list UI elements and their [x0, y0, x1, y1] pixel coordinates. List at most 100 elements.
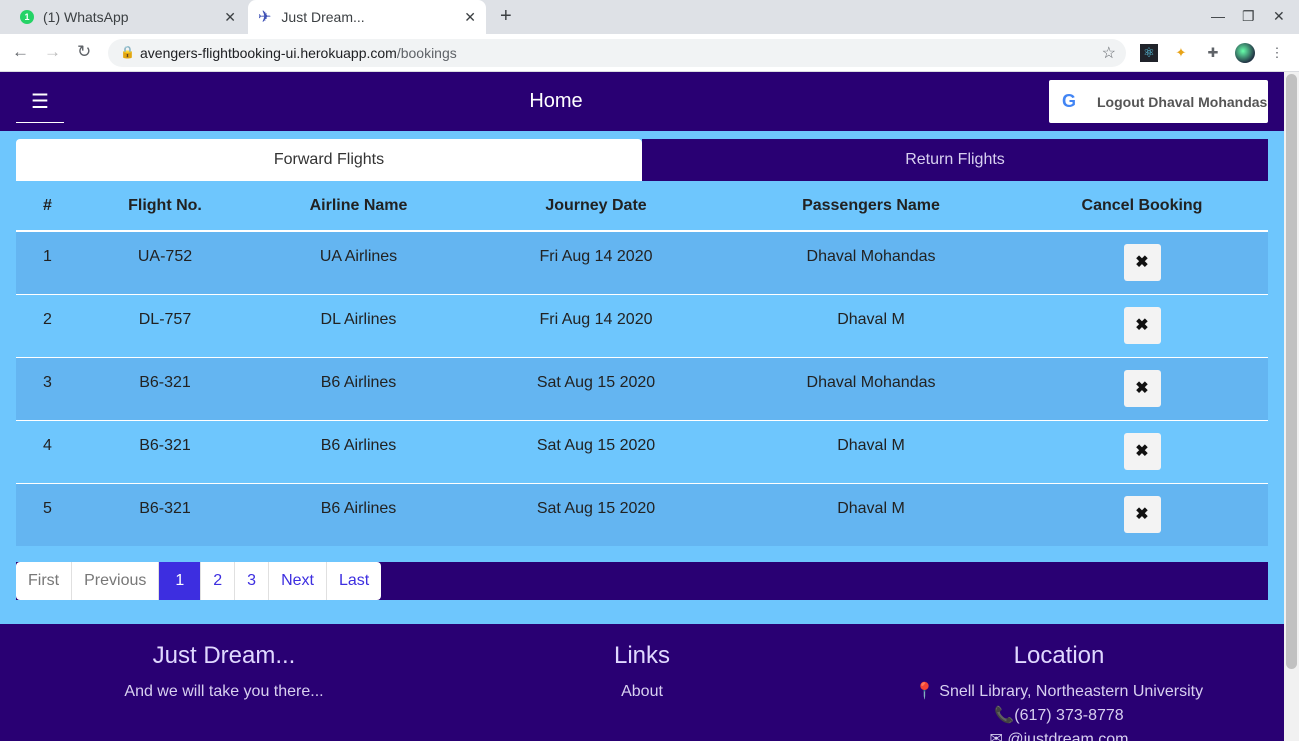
column-header: # — [16, 181, 79, 232]
cancel-booking-button[interactable]: ✖ — [1123, 432, 1161, 470]
footer-location-title: Location — [1013, 642, 1105, 669]
column-header: Flight No. — [79, 181, 251, 232]
puzzle-icon[interactable]: ✚ — [1204, 44, 1222, 62]
browser-tab-title: (1) WhatsApp — [43, 9, 129, 25]
cell-cancel: ✖ — [1016, 356, 1268, 420]
cell-flight-no: B6-321 — [79, 419, 251, 483]
cell-passenger: Dhaval M — [726, 419, 1016, 483]
minimize-icon[interactable]: — — [1211, 8, 1225, 24]
cell-cancel: ✖ — [1016, 419, 1268, 483]
close-icon[interactable]: ✕ — [464, 9, 476, 26]
table-row: 5 B6-321 B6 Airlines Sat Aug 15 2020 Dha… — [16, 482, 1268, 546]
browser-tab-title: Just Dream... — [281, 9, 365, 25]
cancel-booking-button[interactable]: ✖ — [1123, 244, 1161, 281]
bookmark-star-icon[interactable]: ☆ — [1102, 43, 1116, 63]
flight-tabs: Forward Flights Return Flights — [16, 139, 1268, 181]
column-header: Cancel Booking — [1016, 181, 1268, 232]
footer-links-title: Links — [613, 642, 671, 669]
page-next-button[interactable]: Next — [269, 562, 327, 600]
cell-airline: B6 Airlines — [251, 356, 466, 420]
cell-number: 3 — [16, 356, 79, 420]
footer-about-link[interactable]: About — [562, 680, 722, 704]
cell-cancel: ✖ — [1016, 482, 1268, 546]
cell-cancel: ✖ — [1016, 230, 1268, 294]
cell-flight-no: B6-321 — [79, 482, 251, 546]
browser-tab-whatsapp[interactable]: 1 (1) WhatsApp ✕ — [8, 0, 246, 34]
browser-toolbar: ← → ↻ 🔒 avengers-flightbooking-ui.heroku… — [0, 34, 1299, 72]
google-icon: G — [1061, 91, 1076, 111]
window-close-icon[interactable]: ✕ — [1273, 8, 1285, 25]
cancel-booking-button[interactable]: ✖ — [1123, 495, 1161, 533]
cell-journey-date: Fri Aug 14 2020 — [466, 230, 726, 294]
address-text: Snell Library, Northeastern University — [939, 683, 1204, 700]
extension-icon[interactable]: ✦ — [1172, 44, 1190, 62]
profile-avatar[interactable] — [1235, 43, 1255, 63]
cell-journey-date: Sat Aug 15 2020 — [466, 419, 726, 483]
table-row: 1 UA-752 UA Airlines Fri Aug 14 2020 Dha… — [16, 230, 1268, 294]
footer-links: Links About — [562, 642, 722, 704]
page-title: Home — [529, 90, 583, 112]
restore-icon[interactable]: ❐ — [1242, 8, 1255, 25]
cell-number: 1 — [16, 230, 79, 294]
page-1-button[interactable]: 1 — [159, 562, 202, 600]
scrollbar-thumb[interactable] — [1286, 74, 1297, 669]
cell-airline: UA Airlines — [251, 230, 466, 294]
cell-number: 4 — [16, 419, 79, 483]
app-header: ☰ Home G Logout Dhaval Mohandas — [0, 72, 1284, 131]
page-previous-button[interactable]: Previous — [72, 562, 160, 600]
cancel-booking-button[interactable]: ✖ — [1123, 369, 1161, 407]
footer-tagline: And we will take you there... — [124, 683, 324, 700]
url-path: /bookings — [396, 45, 457, 61]
tab-return-flights[interactable]: Return Flights — [642, 139, 1268, 181]
bookings-table: # Flight No. Airline Name Journey Date P… — [16, 181, 1268, 546]
react-devtools-icon[interactable]: ⚛ — [1140, 44, 1158, 62]
page-3-button[interactable]: 3 — [235, 562, 270, 600]
browser-tab-just-dream[interactable]: ✈ Just Dream... ✕ — [248, 0, 486, 34]
cell-flight-no: B6-321 — [79, 356, 251, 420]
map-marker-icon: 📍 — [914, 683, 935, 700]
cell-journey-date: Fri Aug 14 2020 — [466, 293, 726, 357]
site-footer: Just Dream... And we will take you there… — [0, 624, 1284, 741]
envelope-icon: ✉ — [989, 731, 1003, 741]
airplane-icon: ✈ — [258, 9, 272, 26]
table-row: 2 DL-757 DL Airlines Fri Aug 14 2020 Dha… — [16, 293, 1268, 357]
close-icon[interactable]: ✕ — [224, 9, 236, 26]
back-icon[interactable]: ← — [12, 42, 29, 62]
column-header: Passengers Name — [726, 181, 1016, 232]
page-content: ☰ Home G Logout Dhaval Mohandas Forward … — [0, 72, 1284, 741]
tab-forward-flights[interactable]: Forward Flights — [16, 139, 642, 181]
phone-icon: 📞 — [994, 707, 1015, 724]
email-text: @justdream.com — [1007, 731, 1129, 741]
address-bar[interactable]: 🔒 avengers-flightbooking-ui.herokuapp.co… — [108, 39, 1126, 67]
page-first-button[interactable]: First — [16, 562, 73, 600]
cell-passenger: Dhaval Mohandas — [726, 356, 1016, 420]
page-last-button[interactable]: Last — [327, 562, 381, 600]
url-host: avengers-flightbooking-ui.herokuapp.com — [140, 45, 397, 61]
whatsapp-icon: 1 — [20, 10, 34, 24]
footer-brand-title: Just Dream... — [152, 642, 296, 669]
footer-phone: 📞(617) 373-8778 — [900, 704, 1218, 728]
new-tab-button[interactable]: + — [500, 5, 512, 28]
cell-number: 2 — [16, 293, 79, 357]
footer-brand: Just Dream... And we will take you there… — [104, 642, 344, 704]
menu-dots-icon[interactable]: ⋮ — [1268, 44, 1286, 62]
cell-flight-no: DL-757 — [79, 293, 251, 357]
phone-text: (617) 373-8778 — [1014, 707, 1124, 724]
cancel-booking-button[interactable]: ✖ — [1123, 306, 1161, 344]
cell-passenger: Dhaval M — [726, 293, 1016, 357]
cell-journey-date: Sat Aug 15 2020 — [466, 482, 726, 546]
forward-icon[interactable]: → — [44, 42, 61, 62]
footer-location: Location 📍 Snell Library, Northeastern U… — [900, 642, 1218, 741]
footer-email: ✉ @justdream.com — [900, 728, 1218, 741]
table-row: 3 B6-321 B6 Airlines Sat Aug 15 2020 Dha… — [16, 356, 1268, 420]
cell-number: 5 — [16, 482, 79, 546]
column-header: Airline Name — [251, 181, 466, 232]
cell-airline: B6 Airlines — [251, 482, 466, 546]
page-2-button[interactable]: 2 — [201, 562, 236, 600]
cell-passenger: Dhaval M — [726, 482, 1016, 546]
browser-tab-strip: 1 (1) WhatsApp ✕ ✈ Just Dream... ✕ + — ❐… — [0, 0, 1299, 34]
logout-button[interactable]: G Logout Dhaval Mohandas — [1049, 80, 1268, 123]
table-row: 4 B6-321 B6 Airlines Sat Aug 15 2020 Dha… — [16, 419, 1268, 483]
reload-icon[interactable]: ↻ — [77, 42, 91, 62]
cell-airline: B6 Airlines — [251, 419, 466, 483]
